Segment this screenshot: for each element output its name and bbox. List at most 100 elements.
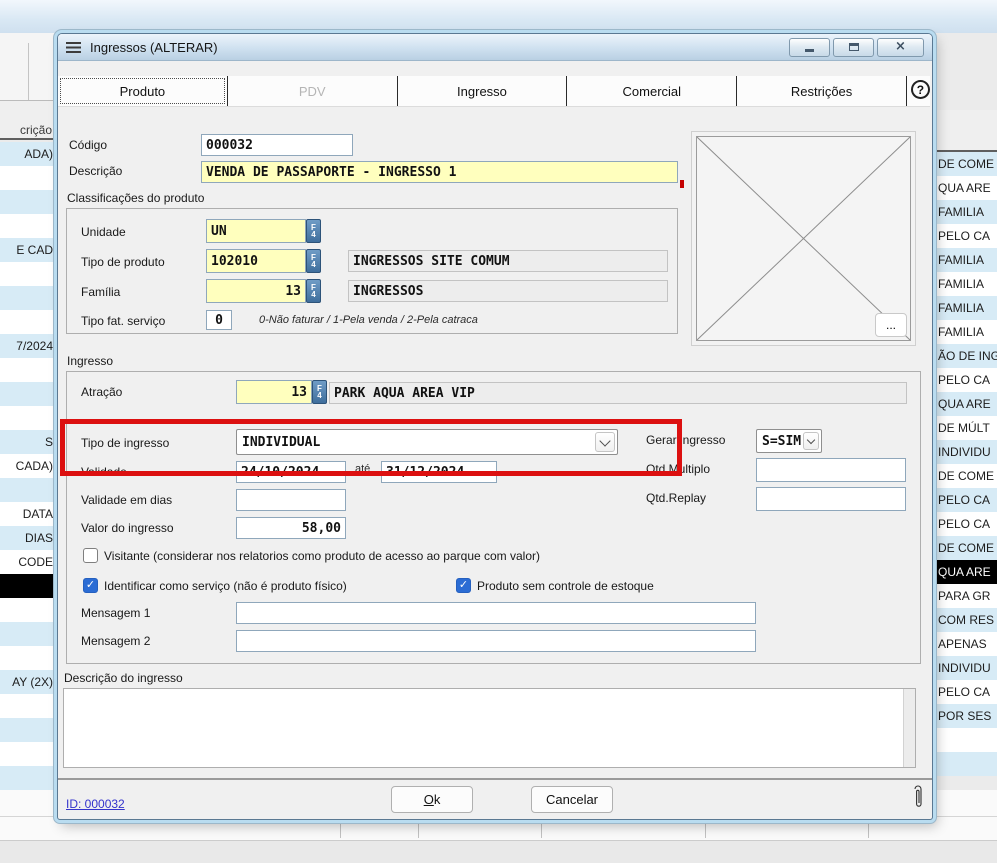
- scrollbar[interactable]: [903, 689, 915, 767]
- grid-row-fragment[interactable]: DE MÚLT: [936, 416, 997, 440]
- cancel-button[interactable]: Cancelar: [531, 786, 613, 813]
- servico-checkbox[interactable]: ✓: [83, 578, 98, 593]
- grid-row-fragment[interactable]: PELO CA: [936, 488, 997, 512]
- grid-row-fragment[interactable]: FAMILIA: [936, 272, 997, 296]
- grid-row-fragment[interactable]: [0, 574, 56, 598]
- grid-row-fragment[interactable]: [0, 406, 56, 430]
- grid-row-fragment[interactable]: [936, 752, 997, 776]
- browse-image-button[interactable]: ...: [875, 313, 907, 337]
- close-button[interactable]: ×: [877, 38, 924, 57]
- grid-row-fragment[interactable]: FAMILIA: [936, 248, 997, 272]
- tab-restricoes[interactable]: Restrições: [737, 76, 907, 106]
- qtd-multiplo-input[interactable]: [756, 458, 906, 482]
- mensagem2-label: Mensagem 2: [81, 634, 150, 648]
- grid-row-fragment[interactable]: S: [0, 430, 56, 454]
- grid-row-fragment[interactable]: [0, 646, 56, 670]
- grid-row-fragment[interactable]: [0, 742, 56, 766]
- grid-row-fragment[interactable]: APENAS: [936, 632, 997, 656]
- ok-button[interactable]: Ok: [391, 786, 473, 813]
- descricao-input[interactable]: [201, 161, 678, 183]
- unidade-input[interactable]: [206, 219, 306, 243]
- grid-row-fragment[interactable]: PELO CA: [936, 368, 997, 392]
- atracao-input[interactable]: [236, 380, 312, 404]
- grid-row-fragment[interactable]: [0, 214, 56, 238]
- grid-row-fragment[interactable]: COM RES: [936, 608, 997, 632]
- valor-ingresso-input[interactable]: [236, 517, 346, 539]
- maximize-button[interactable]: [833, 38, 874, 57]
- menu-icon[interactable]: [66, 42, 81, 53]
- grid-row-fragment[interactable]: CODE: [0, 550, 56, 574]
- chevron-down-icon[interactable]: [803, 432, 819, 450]
- grid-row-fragment[interactable]: INDIVIDU: [936, 440, 997, 464]
- grid-row-fragment[interactable]: DE COME: [936, 152, 997, 176]
- id-link[interactable]: ID: 000032: [66, 797, 125, 811]
- tab-comercial[interactable]: Comercial: [567, 76, 737, 106]
- tab-pdv[interactable]: PDV: [228, 76, 398, 106]
- grid-row-fragment[interactable]: DE COME: [936, 464, 997, 488]
- tipo-fat-input[interactable]: [206, 310, 232, 330]
- grid-row-fragment[interactable]: [0, 478, 56, 502]
- grid-row-fragment[interactable]: [0, 718, 56, 742]
- grid-row-fragment[interactable]: [0, 286, 56, 310]
- grid-row-fragment[interactable]: 7/2024: [0, 334, 56, 358]
- grid-row-fragment[interactable]: PELO CA: [936, 512, 997, 536]
- grid-row-fragment[interactable]: [0, 358, 56, 382]
- grid-row-fragment[interactable]: INDIVIDU: [936, 656, 997, 680]
- grid-row-fragment[interactable]: [0, 622, 56, 646]
- grid-row-fragment[interactable]: PARA GR: [936, 584, 997, 608]
- codigo-input[interactable]: [201, 134, 353, 156]
- grid-row-fragment[interactable]: [936, 728, 997, 752]
- parent-window-titlebar: [0, 0, 997, 33]
- grid-row-fragment[interactable]: E CAD: [0, 238, 56, 262]
- tipo-produto-input[interactable]: [206, 249, 306, 273]
- grid-row-fragment[interactable]: DIAS: [0, 526, 56, 550]
- mensagem1-input[interactable]: [236, 602, 756, 624]
- grid-row-fragment[interactable]: FAMILIA: [936, 296, 997, 320]
- grid-row-fragment[interactable]: QUA ARE: [936, 560, 997, 584]
- familia-input[interactable]: [206, 279, 306, 303]
- grid-row-fragment[interactable]: [0, 598, 56, 622]
- grid-row-fragment[interactable]: FAMILIA: [936, 200, 997, 224]
- f4-lookup-button[interactable]: F4: [306, 249, 321, 273]
- tab-produto[interactable]: Produto: [58, 76, 228, 106]
- codigo-label: Código: [69, 138, 107, 152]
- chevron-down-icon[interactable]: [595, 432, 615, 452]
- validade-from-input[interactable]: [236, 461, 346, 483]
- grid-row-fragment[interactable]: [0, 262, 56, 286]
- grid-row-fragment[interactable]: ÃO DE ING: [936, 344, 997, 368]
- grid-row-fragment[interactable]: [0, 310, 56, 334]
- validade-to-input[interactable]: [381, 461, 497, 483]
- grid-row-fragment[interactable]: [0, 190, 56, 214]
- tab-ingresso[interactable]: Ingresso: [398, 76, 568, 106]
- grid-row-fragment[interactable]: DE COME: [936, 536, 997, 560]
- grid-row-fragment[interactable]: [0, 166, 56, 190]
- grid-row-fragment[interactable]: FAMILIA: [936, 320, 997, 344]
- grid-row-fragment[interactable]: QUA ARE: [936, 176, 997, 200]
- grid-row-fragment[interactable]: QUA ARE: [936, 392, 997, 416]
- gerar-ingresso-select[interactable]: S=SIM: [756, 429, 822, 453]
- qtd-replay-input[interactable]: [756, 487, 906, 511]
- minimize-button[interactable]: [789, 38, 830, 57]
- estoque-checkbox[interactable]: ✓: [456, 578, 471, 593]
- descricao-ingresso-textarea[interactable]: [64, 689, 903, 767]
- visitante-checkbox[interactable]: ✓: [83, 548, 98, 563]
- grid-row-fragment[interactable]: [0, 382, 56, 406]
- grid-row-fragment[interactable]: ADA): [0, 142, 56, 166]
- grid-row-fragment[interactable]: POR SES: [936, 704, 997, 728]
- grid-row-fragment[interactable]: [0, 766, 56, 790]
- f4-lookup-button[interactable]: F4: [306, 219, 321, 243]
- tipo-ingresso-select[interactable]: INDIVIDUAL: [236, 429, 618, 455]
- grid-row-fragment[interactable]: AY (2X): [0, 670, 56, 694]
- grid-row-fragment[interactable]: PELO CA: [936, 224, 997, 248]
- help-button[interactable]: ?: [911, 80, 930, 99]
- grid-row-fragment[interactable]: [0, 694, 56, 718]
- grid-row-fragment[interactable]: CADA): [0, 454, 56, 478]
- grid-row-fragment[interactable]: PELO CA: [936, 680, 997, 704]
- f4-lookup-button[interactable]: F4: [306, 279, 321, 303]
- validade-dias-input[interactable]: [236, 489, 346, 511]
- paperclip-icon[interactable]: [911, 782, 925, 817]
- f4-lookup-button[interactable]: F4: [312, 380, 327, 404]
- grid-row-fragment[interactable]: DATA: [0, 502, 56, 526]
- mensagem2-input[interactable]: [236, 630, 756, 652]
- dialog-titlebar[interactable]: Ingressos (ALTERAR) ×: [58, 34, 932, 61]
